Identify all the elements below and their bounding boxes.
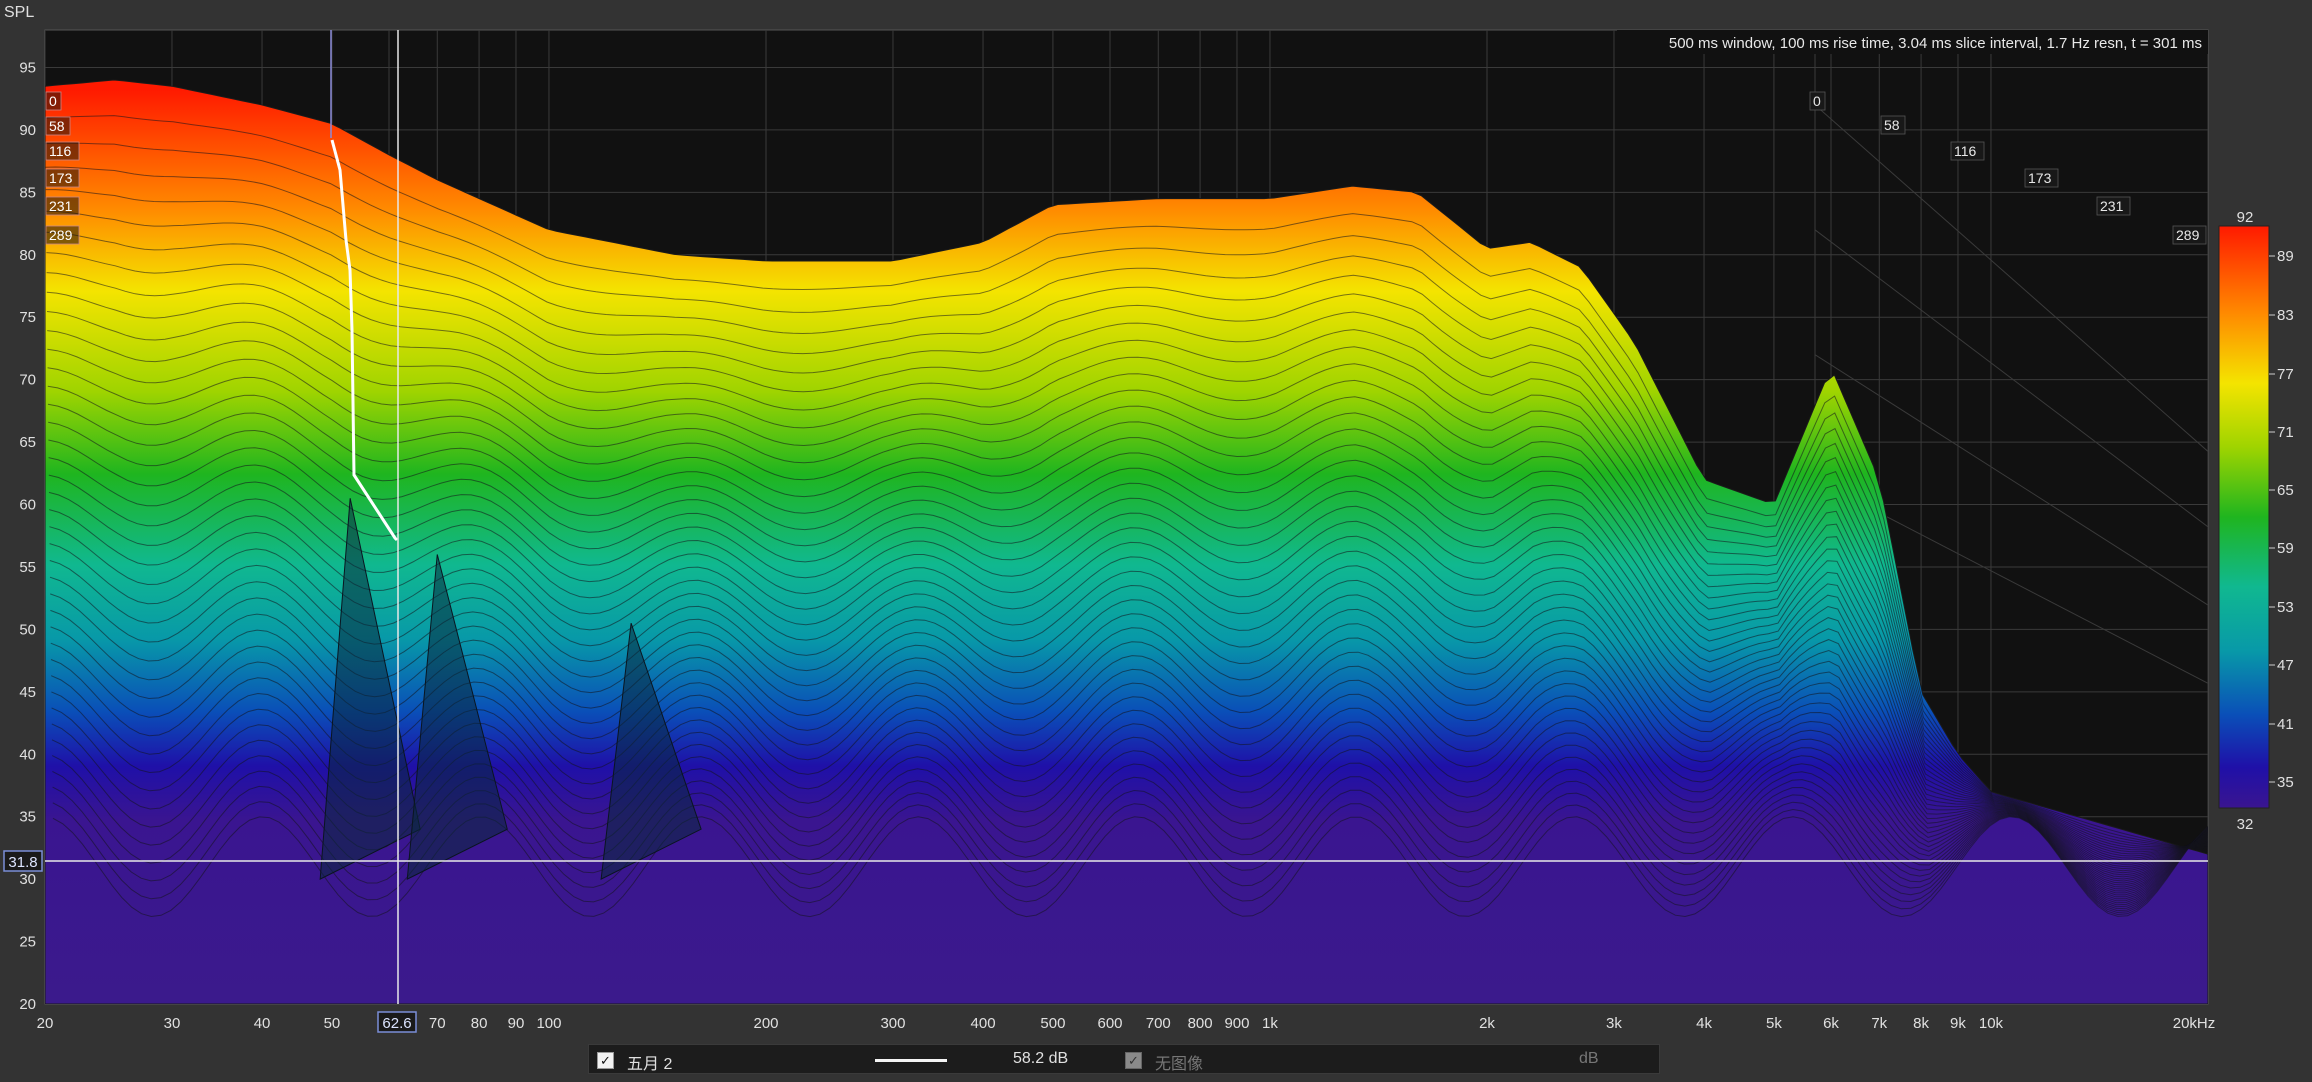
y-tick-label: 70 [19,372,36,389]
x-tick-label: 8k [1913,1015,1929,1032]
x-tick-label: 300 [880,1015,905,1032]
x-tick-label: 6k [1823,1015,1839,1032]
ref-unit: dB [1579,1050,1599,1067]
cursor-y-label: 31.8 [8,854,37,871]
colorbar-tick-label: 47 [2277,657,2294,674]
info-box: 500 ms window, 100 ms rise time, 3.04 ms… [1617,30,2208,54]
time-tick-label: 58 [49,118,65,134]
y-tick-label: 85 [19,184,36,201]
time-tick-label: 231 [2100,198,2124,214]
x-tick-label: 4k [1696,1015,1712,1032]
y-tick-label: 50 [19,621,36,638]
ref-label: 无图像 [1155,1056,1204,1073]
time-tick-label: 231 [49,198,73,214]
trace-line-swatch [875,1059,947,1062]
x-tick-label: 2k [1479,1015,1495,1032]
time-tick-label: 0 [49,93,57,109]
time-tick-label: 116 [49,143,72,159]
cursor-x-label: 62.6 [382,1015,411,1032]
trace-value: 58.2 dB [1013,1050,1069,1067]
y-tick-label: 40 [19,746,36,763]
x-tick-label: 40 [254,1015,271,1032]
colorbar-tick-label: 59 [2277,540,2294,557]
colorbar-tick-label: 77 [2277,366,2294,383]
x-tick-label: 5k [1766,1015,1782,1032]
colorbar-min-label: 32 [2237,816,2254,833]
time-tick-label: 58 [1884,117,1900,133]
x-tick-label: 1k [1262,1015,1278,1032]
y-tick-label: 25 [19,934,36,951]
info-text: 500 ms window, 100 ms rise time, 3.04 ms… [1669,35,2202,52]
y-tick-label: 90 [19,122,36,139]
x-tick-label: 100 [536,1015,561,1032]
time-tick-label: 289 [2176,227,2200,243]
x-tick-label: 200 [753,1015,778,1032]
waterfall-chart[interactable]: 20 25 30 35 40 45 50 55 60 65 70 75 80 85 90 95 20 30 40 5… [0,0,2312,1040]
time-tick-label: 173 [49,170,73,186]
y-tick-label: 60 [19,497,36,514]
trace-checkbox[interactable]: ✓ [597,1052,614,1069]
x-tick-label: 50 [324,1015,341,1032]
y-tick-label: 30 [19,871,36,888]
y-tick-label: 80 [19,247,36,264]
x-tick-label: 70 [429,1015,446,1032]
y-tick-label: 55 [19,559,36,576]
legend-bar: ✓ 五月 2 58.2 dB ✓ 无图像 dB [588,1044,1660,1074]
x-tick-label: 400 [971,1015,996,1032]
x-tick-label: 80 [471,1015,488,1032]
colorbar: 92 89 83 77 71 65 59 53 47 41 35 32 [2218,209,2294,833]
time-tick-label: 116 [1954,143,1977,159]
trace-name: 五月 2 [627,1056,673,1073]
x-tick-label: 90 [508,1015,525,1032]
y-tick-label: 20 [19,996,36,1013]
x-axis: 20 30 40 50 70 80 90 100 200 300 400 500 600 700 800 90… [37,1015,2216,1032]
colorbar-tick-label: 71 [2277,424,2294,441]
colorbar-tick-label: 41 [2277,716,2294,733]
y-tick-label: 45 [19,684,36,701]
cursor-y-badge: 31.8 [3,850,43,872]
x-tick-label: 900 [1224,1015,1249,1032]
x-tick-label: 600 [1097,1015,1122,1032]
x-tick-label: 20 [37,1015,54,1032]
time-tick-label: 173 [2028,170,2052,186]
colorbar-title: 92 [2237,209,2254,226]
time-tick-label: 0 [1813,93,1821,109]
x-tick-label: 500 [1040,1015,1065,1032]
ref-checkbox[interactable]: ✓ [1125,1052,1142,1069]
cursor-x-badge: 62.6 [377,1011,417,1033]
colorbar-tick-label: 65 [2277,482,2294,499]
time-tick-label: 289 [49,227,73,243]
y-tick-label: 95 [19,59,36,76]
y-tick-label: 75 [19,309,36,326]
x-tick-label: 700 [1146,1015,1171,1032]
colorbar-tick-label: 89 [2277,248,2294,265]
colorbar-tick-label: 35 [2277,774,2294,791]
y-tick-label: 65 [19,434,36,451]
x-tick-label: 7k [1871,1015,1887,1032]
x-tick-label: 9k [1950,1015,1966,1032]
colorbar-tick-label: 53 [2277,599,2294,616]
x-tick-label: 20kHz [2173,1015,2216,1032]
x-tick-label: 30 [164,1015,181,1032]
colorbar-tick-label: 83 [2277,307,2294,324]
x-tick-label: 800 [1188,1015,1213,1032]
x-tick-label: 3k [1606,1015,1622,1032]
y-tick-label: 35 [19,809,36,826]
x-tick-label: 10k [1979,1015,2004,1032]
